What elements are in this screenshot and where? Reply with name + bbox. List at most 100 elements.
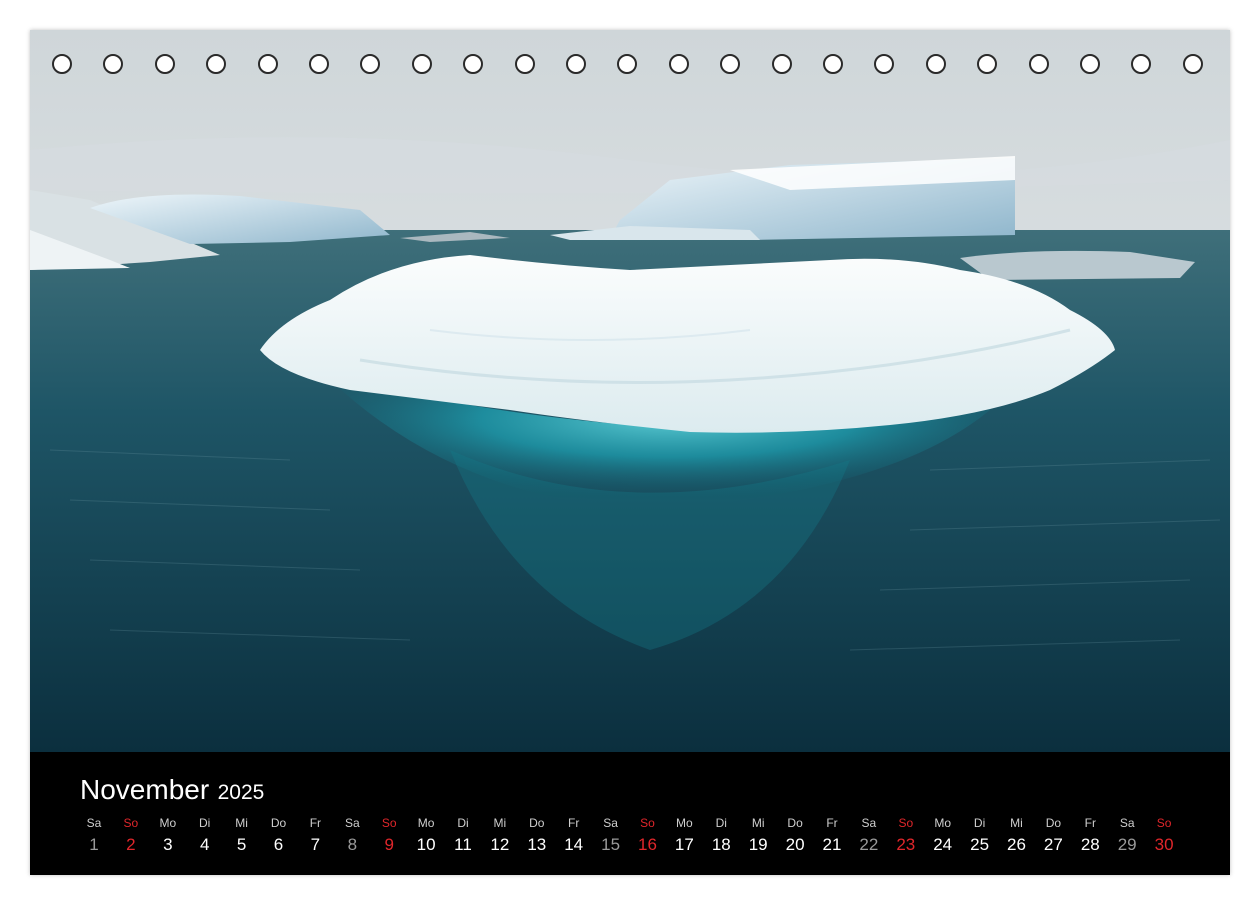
binding-hole <box>463 54 484 74</box>
binding-hole <box>925 54 946 74</box>
day-cell: Mo 24 <box>923 814 963 858</box>
day-cell: Di 4 <box>185 814 225 858</box>
binding-hole <box>514 54 535 74</box>
binding-hole <box>668 54 689 74</box>
day-number: 20 <box>785 835 805 854</box>
weekday-label: Mo <box>676 816 693 830</box>
binding-hole <box>617 54 638 74</box>
year: 2025 <box>217 781 265 804</box>
day-cell: Do 20 <box>775 814 815 858</box>
weekday-label: Do <box>787 816 803 830</box>
binding-hole <box>566 54 586 74</box>
weekday-label: Mo <box>159 816 177 830</box>
binding-hole <box>103 54 124 74</box>
day-number: 19 <box>748 835 768 854</box>
day-cell: So 23 <box>886 814 926 858</box>
day-cell: Sa 1 <box>74 814 114 858</box>
day-number: 30 <box>1154 835 1174 854</box>
day-cell: Mi 19 <box>738 814 778 858</box>
day-row: Sa 1 So 2 Mo 3 Di 4 Mi 5 Do 6 Fr 7 Sa 8 So 9 Mo 10 Di 11 Mi 12 D… <box>30 814 1230 864</box>
day-cell: Do 6 <box>259 814 299 858</box>
day-number: 4 <box>199 835 210 854</box>
binding-hole <box>52 54 72 74</box>
day-number: 1 <box>89 835 99 854</box>
day-number: 29 <box>1117 835 1137 854</box>
day-cell: Mo 17 <box>664 814 704 858</box>
day-number: 26 <box>1007 835 1026 854</box>
weekday-label: Mi <box>751 816 765 830</box>
day-cell: Mo 3 <box>148 814 188 858</box>
weekday-label: Do <box>529 816 545 830</box>
weekday-label: Fr <box>568 816 580 830</box>
day-number: 16 <box>638 835 657 854</box>
day-number: 6 <box>273 835 284 854</box>
day-number: 2 <box>126 835 136 854</box>
day-cell: Fr 28 <box>1070 814 1110 858</box>
day-cell: Do 27 <box>1033 814 1073 858</box>
day-cell: So 30 <box>1144 814 1184 858</box>
weekday-label: Fr <box>826 816 838 830</box>
weekday-label: So <box>640 816 655 830</box>
weekday-label: Mi <box>493 816 507 830</box>
day-cell: Fr 21 <box>812 814 852 858</box>
binding-hole <box>823 54 843 74</box>
day-cell: Sa 15 <box>591 814 631 858</box>
day-number: 10 <box>416 835 436 854</box>
binding-hole <box>309 54 329 74</box>
day-number: 21 <box>822 835 842 854</box>
weekday-label: So <box>1156 816 1172 830</box>
weekday-label: Sa <box>861 816 877 830</box>
weekday-label: Sa <box>1119 816 1135 830</box>
day-cell: Mi 26 <box>997 814 1037 858</box>
day-cell: Di 11 <box>443 814 483 858</box>
day-cell: So 2 <box>111 814 151 858</box>
day-cell: Sa 8 <box>332 814 372 858</box>
day-number: 24 <box>933 835 953 854</box>
weekday-label: Mi <box>1010 816 1023 830</box>
day-cell: Fr 14 <box>554 814 594 858</box>
binding-hole <box>1131 54 1152 74</box>
day-number: 25 <box>970 835 990 854</box>
day-number: 11 <box>454 835 472 854</box>
month-title: November 2025 <box>80 774 264 806</box>
day-number: 5 <box>236 835 247 854</box>
day-cell: Sa 22 <box>849 814 889 858</box>
day-number: 9 <box>384 835 394 854</box>
weekday-label: Fr <box>1084 816 1096 830</box>
weekday-label: Di <box>973 816 986 830</box>
binding-hole <box>1080 54 1100 74</box>
weekday-label: So <box>381 816 397 830</box>
binding-hole <box>720 54 741 74</box>
binding-hole <box>411 54 432 74</box>
day-number: 12 <box>490 835 510 854</box>
binding-hole <box>206 54 227 74</box>
day-number: 18 <box>711 835 731 854</box>
weekday-label: So <box>123 816 139 830</box>
day-cell: Fr 7 <box>295 814 335 858</box>
day-cell: Di 25 <box>960 814 1000 858</box>
weekday-label: Di <box>457 816 469 830</box>
weekday-label: So <box>898 816 914 830</box>
binding-hole <box>771 54 792 74</box>
binding-hole <box>874 54 895 74</box>
weekday-label: Do <box>270 816 287 830</box>
day-number: 8 <box>347 835 358 854</box>
day-cell: Sa 29 <box>1107 814 1147 858</box>
binding-hole <box>1028 54 1049 74</box>
day-cell: Mo 10 <box>406 814 446 858</box>
binding-hole <box>1182 54 1203 74</box>
day-number: 28 <box>1080 835 1100 854</box>
day-cell: So 9 <box>369 814 409 858</box>
weekday-label: Do <box>1045 816 1062 830</box>
iceberg-photo <box>30 30 1230 752</box>
day-cell: Di 18 <box>701 814 741 858</box>
day-number: 22 <box>859 835 879 854</box>
weekday-label: Sa <box>603 816 618 830</box>
calendar-page: November 2025 Sa 1 So 2 Mo 3 Di 4 Mi 5 Do 6 Fr 7 Sa 8 So… <box>30 30 1230 875</box>
weekday-label: Sa <box>344 816 360 830</box>
day-number: 27 <box>1043 835 1063 854</box>
calendar-bar: November 2025 Sa 1 So 2 Mo 3 Di 4 Mi 5 Do 6 Fr 7 Sa 8 So… <box>30 752 1230 875</box>
day-number: 3 <box>163 835 173 854</box>
weekday-label: Di <box>199 816 211 830</box>
day-number: 13 <box>527 835 547 854</box>
